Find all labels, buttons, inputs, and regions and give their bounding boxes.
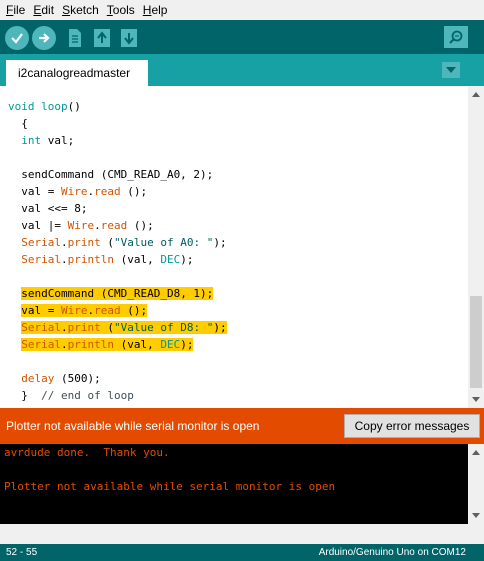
console-scroll-down-icon[interactable] <box>472 513 480 518</box>
code-editor[interactable]: void loop() { int val; sendCommand (CMD_… <box>0 86 468 408</box>
status-bar: 52 - 55 Arduino/Genuino Uno on COM12 <box>0 544 484 561</box>
code-line: val = Wire.read (); <box>8 185 148 198</box>
line-range: 52 - 55 <box>6 547 38 558</box>
code-line: val = Wire.read (); <box>21 304 148 317</box>
code-line: val <<= 8; <box>8 202 88 215</box>
code-line: Serial.println (val, DEC); <box>21 253 194 266</box>
code-line: sendCommand (CMD_READ_D8, 1); <box>21 287 214 300</box>
board-port: Arduino/Genuino Uno on COM12 <box>318 547 466 558</box>
scroll-thumb[interactable] <box>470 296 482 388</box>
console-scrollbar[interactable] <box>468 444 484 524</box>
code-line: Serial.print ("Value of D8: "); <box>21 321 227 334</box>
serial-monitor-button[interactable] <box>444 26 468 48</box>
menu-item-help[interactable]: Help <box>139 0 172 20</box>
console-output: avrdude done. Thank you. Plotter not avai… <box>0 444 468 524</box>
code-line: Serial.println (val, DEC); <box>21 338 194 351</box>
code-line: sendCommand (CMD_READ_A0, 2); <box>8 168 214 181</box>
arrow-up-icon <box>94 29 110 47</box>
verify-button[interactable] <box>5 26 29 50</box>
menu-item-edit[interactable]: Edit <box>29 0 58 20</box>
code-lines: void loop() { int val; sendCommand (CMD_… <box>8 98 227 404</box>
serial-monitor-icon <box>449 30 463 44</box>
code-line: delay (500); <box>21 372 101 385</box>
tab-menu-button[interactable] <box>442 62 460 78</box>
code-line: val |= Wire.read (); <box>8 219 154 232</box>
menu-bar: File Edit Sketch Tools Help <box>0 0 484 20</box>
code-line: { <box>8 117 28 130</box>
tab-label: i2canalogreadmaster <box>18 66 131 80</box>
tab-i2canalogreadmaster[interactable]: i2canalogreadmaster <box>6 60 148 86</box>
toolbar <box>0 20 484 54</box>
error-notification-bar: Plotter not available while serial monit… <box>0 408 484 444</box>
code-line: } // end of loop <box>8 389 134 402</box>
menu-item-file[interactable]: File <box>2 0 29 20</box>
console-horizontal-scrollbar[interactable] <box>0 524 484 544</box>
menu-item-sketch[interactable]: Sketch <box>58 0 103 20</box>
upload-button[interactable] <box>32 26 56 50</box>
arrow-down-icon <box>121 29 137 47</box>
checkmark-icon <box>11 33 23 44</box>
document-icon <box>69 29 81 47</box>
code-line: int val; <box>21 134 75 147</box>
console-scroll-up-icon[interactable] <box>472 450 480 455</box>
arrow-right-icon <box>39 33 50 43</box>
code-line: void loop() <box>8 100 81 113</box>
menu-item-tools[interactable]: Tools <box>103 0 139 20</box>
copy-error-messages-button[interactable]: Copy error messages <box>344 414 480 438</box>
notification-message: Plotter not available while serial monit… <box>6 419 260 433</box>
editor-scrollbar[interactable] <box>468 86 484 408</box>
save-button[interactable] <box>117 26 141 50</box>
tab-bar: i2canalogreadmaster <box>0 54 484 86</box>
chevron-down-icon <box>446 67 456 73</box>
code-line: Serial.print ("Value of A0: "); <box>21 236 227 249</box>
console-line: avrdude done. Thank you. <box>4 446 170 459</box>
open-button[interactable] <box>90 26 114 50</box>
new-button[interactable] <box>63 26 87 50</box>
scroll-up-icon[interactable] <box>472 92 480 97</box>
scroll-down-icon[interactable] <box>472 397 480 402</box>
console-line: Plotter not available while serial monit… <box>4 480 336 493</box>
